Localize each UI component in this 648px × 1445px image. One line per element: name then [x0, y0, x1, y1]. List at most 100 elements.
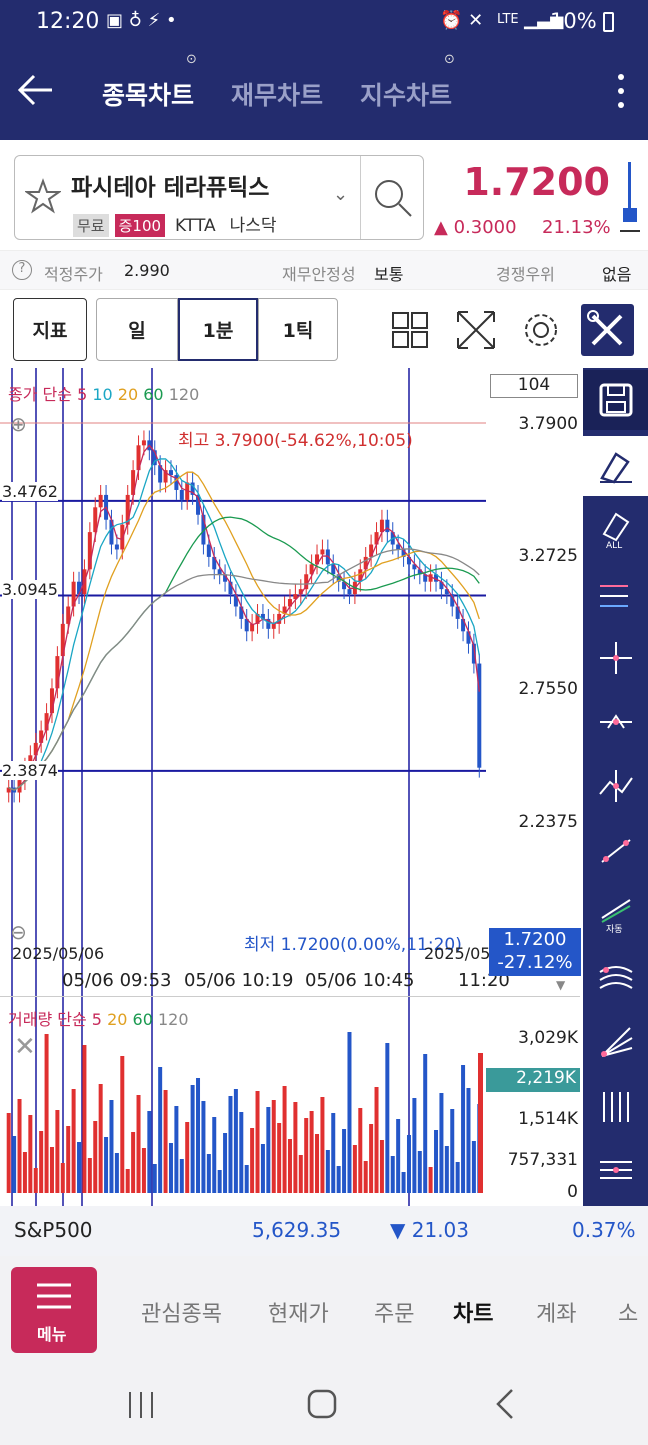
- candle-body: [141, 440, 146, 446]
- stock-selector[interactable]: 파시테아 테라퓨틱스 무료 증100 KTTA 나스닥 ⌄: [14, 155, 424, 240]
- competitive-label: 경쟁우위: [496, 265, 555, 284]
- volume-bar: [455, 1162, 460, 1193]
- volume-bar: [401, 1172, 406, 1193]
- drawing-tools-button[interactable]: [581, 304, 634, 356]
- volume-bar: [390, 1156, 395, 1193]
- volume-bar: [39, 1131, 44, 1193]
- parallel-channel-icon[interactable]: [583, 1140, 648, 1200]
- volume-bar: [478, 1053, 483, 1193]
- back-arrow-icon[interactable]: [14, 72, 56, 108]
- hamburger-icon: [37, 1283, 71, 1309]
- settings-gear-icon[interactable]: [522, 311, 560, 349]
- help-icon[interactable]: ?: [12, 260, 32, 280]
- home-icon[interactable]: [306, 1388, 338, 1420]
- nav-account[interactable]: 계좌: [536, 1296, 576, 1328]
- tag-market: 나스닥: [229, 216, 277, 236]
- volume-bar: [212, 1117, 217, 1193]
- tab-badge-icon: ⊙: [186, 52, 197, 67]
- volume-bar: [379, 1140, 384, 1193]
- fibonacci-arc-icon[interactable]: [583, 948, 648, 1008]
- volume-bar: [22, 1152, 27, 1193]
- volume-bar: [158, 1067, 163, 1193]
- fullscreen-icon[interactable]: [456, 310, 496, 350]
- recent-apps-icon[interactable]: [126, 1390, 156, 1420]
- app-bar: 종목차트 ⊙ 재무차트 지수차트 ⊙: [0, 44, 648, 140]
- save-icon[interactable]: [583, 370, 648, 430]
- hcl-line-icon[interactable]: [583, 564, 648, 624]
- nav-order[interactable]: 주문: [374, 1296, 414, 1328]
- cycle-line-icon[interactable]: [583, 1076, 648, 1136]
- volume-bar: [77, 1142, 82, 1193]
- legend-title: 종가 단순: [8, 385, 72, 404]
- volume-bar: [298, 1155, 303, 1193]
- trend-line-icon[interactable]: [583, 820, 648, 880]
- candle-body: [114, 544, 119, 550]
- nav-watchlist[interactable]: 관심종목: [141, 1296, 222, 1328]
- vertical-line-icon[interactable]: [583, 756, 648, 816]
- horizontal-line-icon[interactable]: [583, 692, 648, 752]
- volume-bar: [417, 1151, 422, 1193]
- zoom-in-icon[interactable]: ⊕: [10, 412, 27, 436]
- legend-ma10: 10: [92, 385, 113, 404]
- volume-bar: [434, 1130, 439, 1193]
- volume-bar: [136, 1095, 141, 1193]
- volume-bar: [131, 1132, 136, 1193]
- fan-line-icon[interactable]: [583, 1012, 648, 1072]
- tag-free: 무료: [73, 214, 109, 237]
- volume-bar: [439, 1093, 444, 1193]
- volume-bar: [374, 1087, 379, 1193]
- back-icon[interactable]: [490, 1388, 520, 1420]
- indicator-button[interactable]: 지표: [13, 298, 87, 361]
- drawing-sidebar: ALL 자동: [583, 368, 648, 1206]
- volume-bar: [228, 1096, 233, 1193]
- tab-index-chart[interactable]: 지수차트: [360, 76, 452, 112]
- scroll-down-icon[interactable]: ▼: [556, 978, 565, 992]
- fair-price-value: 2.990: [124, 261, 170, 280]
- chart-area[interactable]: 종가 단순 5 10 20 60 120 104 3.7900 3.2725 2…: [0, 368, 581, 1206]
- volume-bar: [293, 1102, 298, 1193]
- competitive-value: 없음: [602, 265, 632, 284]
- close-volume-icon[interactable]: ✕: [14, 1032, 36, 1062]
- eraser-icon[interactable]: [583, 436, 648, 496]
- layout-grid-icon[interactable]: [392, 312, 428, 348]
- volume-bar: [342, 1129, 347, 1193]
- volume-bar: [244, 1165, 249, 1193]
- zoom-out-icon[interactable]: ⊖: [10, 920, 27, 944]
- volume-bar: [120, 1056, 125, 1193]
- index-ticker-bar[interactable]: S&P500 5,629.35 ▼ 21.03 0.37%: [0, 1206, 648, 1256]
- period-1tick-button[interactable]: 1틱: [258, 298, 338, 361]
- vlegend-ma60: 60: [132, 1010, 153, 1029]
- period-day-button[interactable]: 일: [96, 298, 178, 361]
- volume-legend-title: 거래량 단순: [8, 1010, 87, 1029]
- index-pct: 0.37%: [572, 1218, 636, 1242]
- candle-count-box[interactable]: 104: [490, 374, 578, 398]
- volume-tick-label: 1,514K: [518, 1109, 578, 1129]
- nav-current-price[interactable]: 현재가: [268, 1296, 329, 1328]
- volume-bar: [396, 1119, 401, 1193]
- volume-bar: [320, 1097, 325, 1193]
- price-tick-label: 3.2725: [518, 546, 578, 566]
- tab-stock-chart[interactable]: 종목차트: [102, 76, 194, 112]
- volume-bar: [71, 1089, 76, 1193]
- current-price: 1.7200: [463, 160, 610, 204]
- stock-tags: 무료 증100 KTTA 나스닥: [73, 210, 287, 237]
- volume-bar: [109, 1100, 114, 1193]
- search-icon[interactable]: [371, 176, 415, 220]
- chevron-down-icon[interactable]: ⌄: [333, 184, 348, 205]
- volume-bar: [304, 1118, 309, 1193]
- menu-button[interactable]: 메뉴: [11, 1267, 97, 1353]
- erase-all-icon[interactable]: ALL: [583, 500, 648, 560]
- favorite-star-icon[interactable]: [25, 178, 61, 214]
- legend-ma60: 60: [143, 385, 164, 404]
- volume-bar: [255, 1091, 260, 1193]
- status-icons: ▣ ♁ ⚡ •: [106, 10, 177, 31]
- crosshair-line-icon[interactable]: [583, 628, 648, 688]
- nav-more[interactable]: 소: [618, 1296, 638, 1328]
- tab-finance-chart[interactable]: 재무차트: [231, 76, 323, 112]
- volume-bar: [466, 1088, 471, 1193]
- nav-chart[interactable]: 차트: [453, 1296, 493, 1328]
- volume-bar: [266, 1107, 271, 1193]
- auto-trend-icon[interactable]: 자동: [583, 884, 648, 944]
- volume-bar: [87, 1158, 92, 1193]
- period-1min-button[interactable]: 1분: [178, 298, 258, 361]
